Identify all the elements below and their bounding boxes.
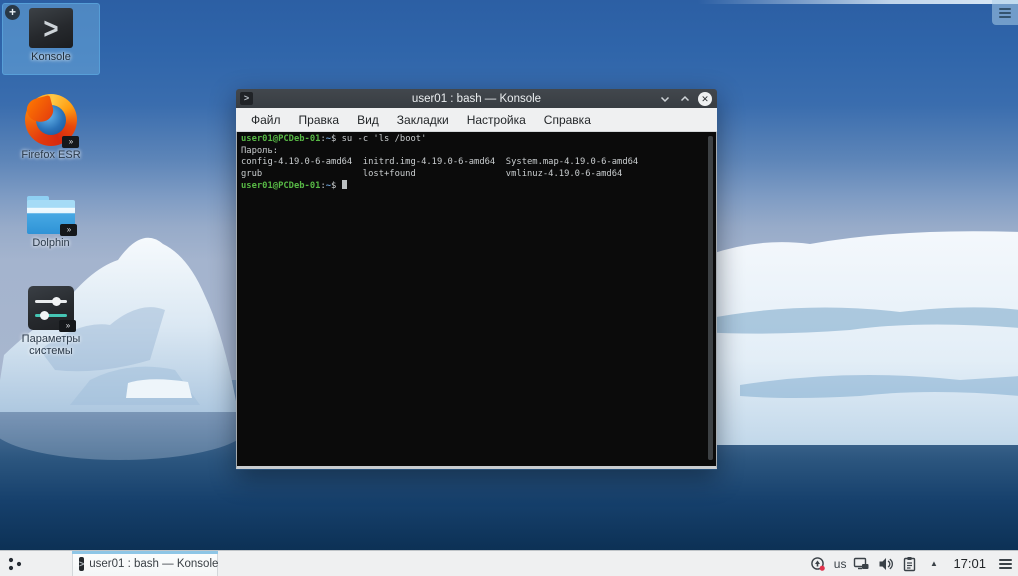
clock[interactable]: 17:01 (953, 556, 986, 571)
hamburger-icon (999, 8, 1011, 18)
system-tray: us (810, 555, 1018, 572)
volume-icon[interactable] (877, 555, 894, 572)
sliders-icon: » (28, 286, 74, 330)
desktop-icon-system-settings[interactable]: » Параметры системы (8, 286, 94, 357)
task-button-konsole[interactable]: > user01 : bash — Konsole (72, 551, 218, 576)
firefox-icon: » (25, 94, 77, 146)
shortcut-emblem-icon: » (59, 320, 76, 332)
konsole-icon: > (29, 8, 73, 48)
desktop: + > Konsole » Firefox ESR » Dolphin » Па… (0, 0, 1018, 576)
window-titlebar[interactable]: > user01 : bash — Konsole ✕ (236, 89, 717, 108)
menu-help[interactable]: Справка (535, 110, 600, 130)
desktop-icon-konsole[interactable]: > Konsole (7, 8, 95, 63)
terminal-line: Пароль: (241, 146, 716, 158)
task-label: user01 : bash — Konsole (89, 558, 218, 570)
menu-settings[interactable]: Настройка (458, 110, 535, 130)
folder-icon: » (27, 196, 75, 234)
shortcut-emblem-icon: » (62, 136, 79, 148)
menu-file[interactable]: Файл (242, 110, 290, 130)
terminal-line: user01@PCDeb-01:~$ su -c 'ls /boot' (241, 134, 716, 146)
desktop-icon-firefox[interactable]: » Firefox ESR (8, 94, 94, 161)
minimize-button[interactable] (658, 92, 671, 105)
terminal-cursor (342, 180, 347, 189)
window-menubar: Файл Правка Вид Закладки Настройка Справ… (236, 108, 717, 132)
konsole-icon: > (79, 557, 84, 571)
updates-icon[interactable] (810, 555, 827, 572)
menu-bookmarks[interactable]: Закладки (388, 110, 458, 130)
konsole-window: > user01 : bash — Konsole ✕ Файл Правка … (236, 89, 717, 470)
keyboard-layout-indicator[interactable]: us (834, 557, 847, 571)
clipboard-icon[interactable] (901, 555, 918, 572)
terminal-prompt-line: user01@PCDeb-01:~$ (241, 180, 716, 193)
active-task-indicator (72, 551, 218, 554)
icon-label: Dolphin (32, 237, 69, 249)
display-icon[interactable] (853, 555, 870, 572)
terminal-line: config-4.19.0-6-amd64 initrd.img-4.19.0-… (241, 157, 716, 169)
panel-menu-icon[interactable] (997, 555, 1014, 572)
shortcut-emblem-icon: » (60, 224, 77, 236)
menu-edit[interactable]: Правка (290, 110, 349, 130)
launcher-dots-icon (7, 556, 24, 572)
terminal-area[interactable]: user01@PCDeb-01:~$ su -c 'ls /boot' Паро… (236, 132, 717, 469)
taskbar: > user01 : bash — Konsole us (0, 550, 1018, 576)
tray-expander-icon[interactable]: ▲ (925, 555, 942, 572)
icon-label: Konsole (31, 51, 71, 63)
menu-view[interactable]: Вид (348, 110, 388, 130)
app-launcher-button[interactable] (0, 551, 30, 576)
terminal-scrollbar[interactable] (708, 136, 713, 460)
desktop-toolbox-button[interactable] (992, 0, 1018, 25)
terminal-line: grub lost+found vmlinuz-4.19.0-6-amd64 (241, 169, 716, 181)
icon-label: Firefox ESR (21, 149, 80, 161)
icon-label: Параметры системы (8, 333, 94, 357)
window-title: user01 : bash — Konsole (236, 93, 717, 105)
close-button[interactable]: ✕ (698, 92, 712, 106)
desktop-icon-dolphin[interactable]: » Dolphin (8, 196, 94, 249)
maximize-button[interactable] (678, 92, 691, 105)
wallpaper-cloud (698, 0, 1018, 4)
